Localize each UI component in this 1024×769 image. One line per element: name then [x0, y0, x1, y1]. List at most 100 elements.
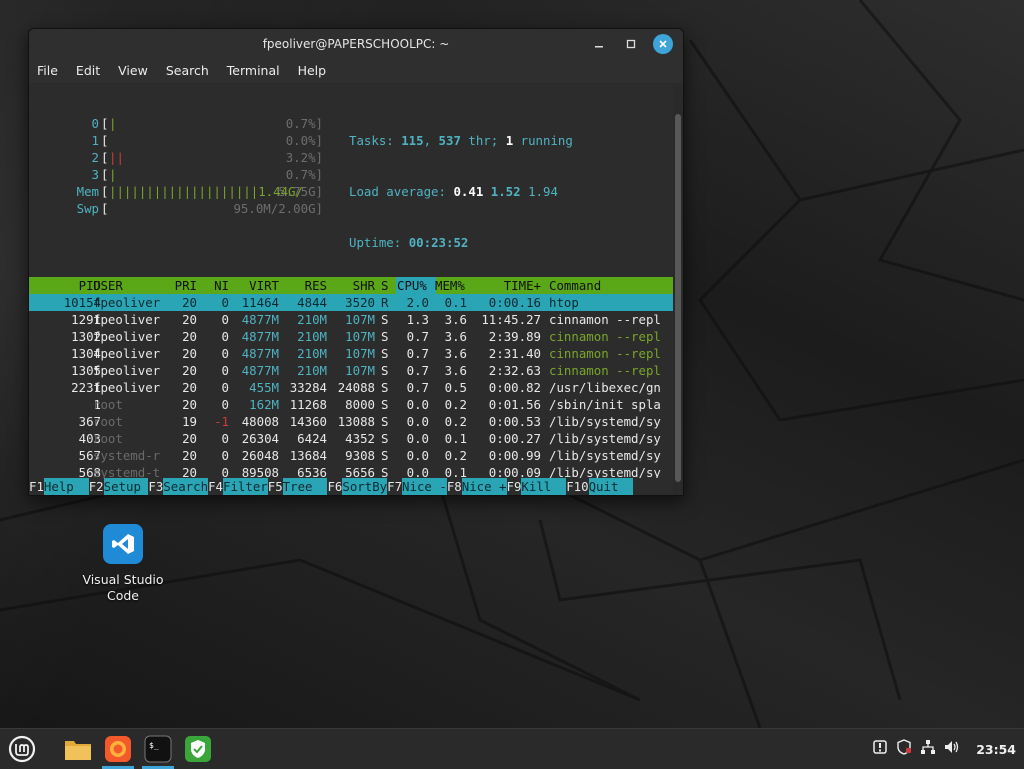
fkey-f6[interactable]: F6 SortBy: [327, 478, 388, 495]
cell-mem: 3.6: [444, 312, 467, 327]
terminal-window[interactable]: fpeoliver@PAPERSCHOOLPC: ~ File Edit Vie…: [28, 28, 684, 496]
fkey-f7[interactable]: F7 Nice -: [387, 478, 447, 495]
process-row[interactable]: 10154 fpeoliver 20 0 11464 4844 3520 R 2.0 0.1 0:0…: [29, 294, 673, 311]
menu-view[interactable]: View: [118, 59, 156, 83]
cell-shr: 13088: [337, 414, 375, 429]
cell-command: cinnamon --repl: [549, 346, 661, 361]
menu-button[interactable]: [4, 729, 40, 769]
col-state[interactable]: S: [381, 277, 388, 294]
menu-help[interactable]: Help: [298, 59, 335, 83]
fkey-f2[interactable]: F2 Setup: [89, 478, 149, 495]
col-virt[interactable]: VIRT: [233, 277, 279, 294]
process-row[interactable]: 2231 fpeoliver 20 0 455M 33284 24088 S 0.7 0.5 0:0…: [29, 379, 673, 396]
security-shield-icon[interactable]: [896, 739, 912, 759]
window-title: fpeoliver@PAPERSCHOOLPC: ~: [262, 37, 450, 51]
taskbar: $_ 23:54: [0, 728, 1024, 769]
fkey-number: F9: [506, 479, 522, 494]
menu-edit[interactable]: Edit: [76, 59, 108, 83]
cell-user: fpeoliver: [93, 363, 161, 378]
cell-virt: 4877M: [241, 346, 279, 361]
cell-pri: 20: [182, 363, 197, 378]
cell-state: S: [381, 397, 389, 412]
cell-shr: 4352: [345, 431, 375, 446]
cell-command: /lib/systemd/sy: [549, 414, 661, 429]
taskbar-firefox[interactable]: [100, 729, 136, 769]
tasks-line: Tasks: 115, 537 thr; 1 running: [349, 132, 573, 149]
process-row[interactable]: 567 systemd-r 20 0 26048 13684 9308 S 0.0 0.2 0:00…: [29, 447, 673, 464]
process-row[interactable]: 367 root 19 -1 48008 14360 13088 S 0.0 0.2 0:00.53…: [29, 413, 673, 430]
cell-state: S: [381, 346, 389, 361]
process-row[interactable]: 1302 fpeoliver 20 0 4877M 210M 107M S 0.7 3.6 2:39…: [29, 328, 673, 345]
cell-command: /lib/systemd/sy: [549, 448, 661, 463]
cell-pri: 20: [182, 329, 197, 344]
col-time[interactable]: TIME+: [475, 277, 541, 294]
col-shr[interactable]: SHR: [329, 277, 375, 294]
fkey-number: F10: [566, 479, 589, 494]
fkey-label: Nice -: [402, 478, 447, 495]
fkey-label: Kill: [521, 478, 567, 495]
network-icon[interactable]: [920, 739, 936, 759]
col-res[interactable]: RES: [283, 277, 327, 294]
running-label: running: [513, 133, 573, 148]
cell-cpu: 0.0: [406, 397, 429, 412]
cell-shr: 107M: [345, 329, 375, 344]
process-row[interactable]: 1304 fpeoliver 20 0 4877M 210M 107M S 0.7 3.6 2:31…: [29, 345, 673, 362]
terminal-scrollbar[interactable]: [673, 84, 683, 495]
col-mem[interactable]: MEM%: [435, 277, 465, 294]
fkey-f9[interactable]: F9 Kill: [507, 478, 567, 495]
terminal-content[interactable]: 0[| 0.7%] 1[0.0%] 2[|| 3.2%] 3[| 0.7%] Mem[…: [29, 84, 673, 495]
cell-shr: 107M: [345, 363, 375, 378]
title-bar[interactable]: fpeoliver@PAPERSCHOOLPC: ~: [29, 29, 683, 59]
fkey-number: F4: [208, 479, 223, 494]
cell-time: 2:39.89: [488, 329, 541, 344]
close-icon: [659, 40, 667, 48]
cell-mem: 0.5: [444, 380, 467, 395]
shield-icon: [185, 736, 211, 762]
cell-shr: 9308: [345, 448, 375, 463]
cell-res: 210M: [297, 363, 327, 378]
cell-cpu: 0.0: [406, 414, 429, 429]
menu-search[interactable]: Search: [166, 59, 217, 83]
cell-command: /lib/systemd/sy: [549, 431, 661, 446]
fkey-f3[interactable]: F3 Search: [148, 478, 209, 495]
fkey-f4[interactable]: F4 Filter: [208, 478, 268, 495]
maximize-button[interactable]: [621, 34, 641, 54]
taskbar-terminal[interactable]: $_: [140, 729, 176, 769]
process-row[interactable]: 1 root 20 0 162M 11268 8000 S 0.0 0.2 0:01.56/sbin…: [29, 396, 673, 413]
desktop-icon-vscode[interactable]: Visual Studio Code: [78, 524, 168, 604]
taskbar-files[interactable]: [60, 729, 96, 769]
minimize-button[interactable]: [589, 34, 609, 54]
menu-terminal[interactable]: Terminal: [227, 59, 288, 83]
volume-icon[interactable]: [944, 739, 960, 759]
scrollbar-thumb[interactable]: [675, 114, 681, 482]
htop-summary: Tasks: 115, 537 thr; 1 running Load aver…: [349, 98, 573, 285]
col-cpu[interactable]: CPU%: [397, 277, 427, 294]
fkey-f1[interactable]: F1 Help: [29, 478, 89, 495]
cell-ni: 0: [221, 397, 229, 412]
fkey-f8[interactable]: F8 Nice +: [447, 478, 507, 495]
cell-res: 210M: [297, 312, 327, 327]
cell-ni: 0: [221, 312, 229, 327]
process-row[interactable]: 403 root 20 0 26304 6424 4352 S 0.0 0.1 0:00.27/li…: [29, 430, 673, 447]
col-command[interactable]: Command: [549, 277, 601, 294]
col-pri[interactable]: PRI: [167, 277, 197, 294]
col-ni[interactable]: NI: [205, 277, 229, 294]
clock[interactable]: 23:54: [976, 742, 1016, 757]
fkey-f10[interactable]: F10 Quit: [566, 478, 634, 495]
update-manager-icon[interactable]: [872, 739, 888, 759]
process-row[interactable]: 1305 fpeoliver 20 0 4877M 210M 107M S 0.7 3.6 2:32…: [29, 362, 673, 379]
cell-cpu: 0.7: [406, 363, 429, 378]
cell-time: 0:01.56: [488, 397, 541, 412]
menu-file[interactable]: File: [37, 59, 66, 83]
process-row[interactable]: 1291 fpeoliver 20 0 4877M 210M 107M S 1.3 3.6 11:4…: [29, 311, 673, 328]
vscode-icon: [103, 524, 143, 564]
cell-mem: 0.2: [444, 414, 467, 429]
close-button[interactable]: [653, 34, 673, 54]
cell-cpu: 0.7: [406, 380, 429, 395]
taskbar-shield-app[interactable]: [180, 729, 216, 769]
cell-ni: 0: [221, 346, 229, 361]
col-user[interactable]: USER: [93, 277, 123, 294]
cell-state: S: [381, 329, 389, 344]
cell-ni: 0: [221, 448, 229, 463]
fkey-f5[interactable]: F5 Tree: [268, 478, 328, 495]
